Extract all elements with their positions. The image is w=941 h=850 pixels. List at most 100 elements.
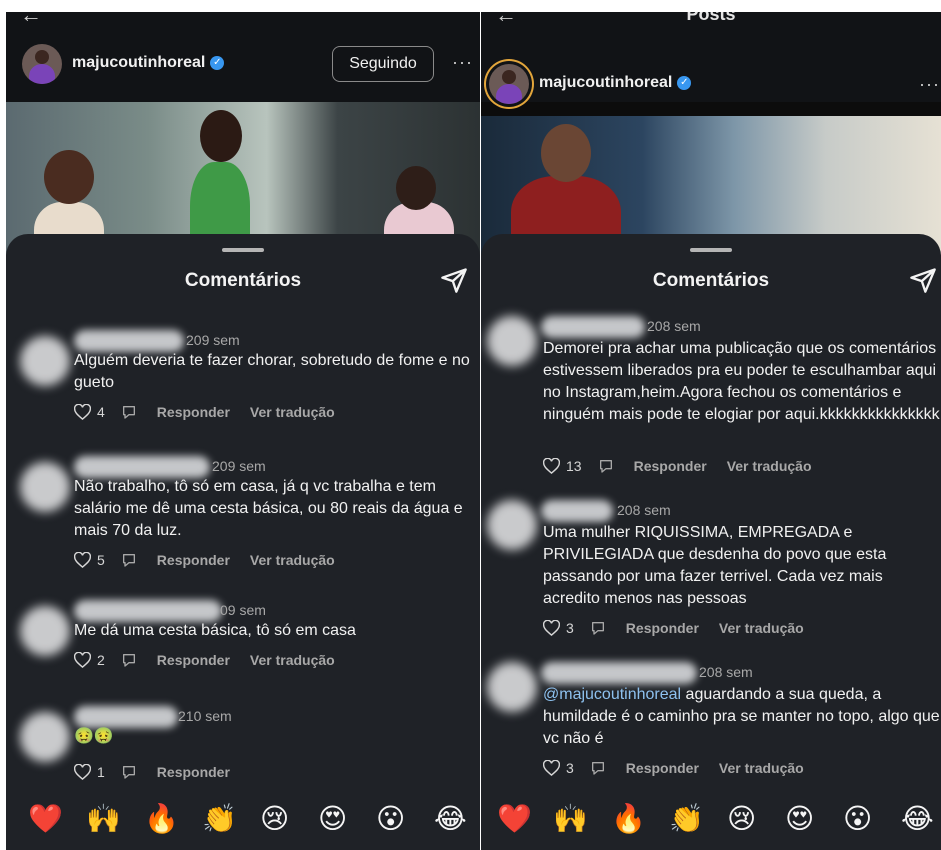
emoji-fire[interactable]: 🔥 (144, 802, 179, 836)
mention-link[interactable]: @majucoutinhoreal (543, 686, 681, 703)
reply-button[interactable]: Responder (157, 552, 230, 568)
following-button[interactable]: Seguindo (332, 46, 434, 82)
like-heart-icon[interactable] (543, 760, 560, 776)
commenter-name-blurred[interactable] (541, 662, 697, 684)
emoji-surprised[interactable]: 😮 (376, 802, 405, 836)
emoji-raised-hands[interactable]: 🙌 (553, 802, 588, 836)
drag-handle[interactable] (222, 248, 264, 252)
commenter-name-blurred[interactable] (541, 500, 613, 522)
reply-button[interactable]: Responder (157, 652, 230, 668)
comment-text: Não trabalho, tô só em casa, já q vc tra… (74, 478, 463, 539)
comment-time: 210 sem (178, 708, 232, 724)
comment-time: 09 sem (220, 602, 266, 618)
comment-time: 208 sem (617, 502, 671, 518)
commenter-name-blurred[interactable] (74, 330, 184, 352)
emoji-clapping[interactable]: 👏 (202, 802, 237, 836)
commenter-avatar[interactable] (487, 662, 537, 712)
dislike-icon[interactable] (121, 652, 137, 668)
left-panel: ← majucoutinhoreal ✓ Seguindo ··· Comentá… (6, 12, 480, 850)
commenter-avatar[interactable] (20, 606, 70, 656)
emoji-heart-eyes[interactable]: 😍 (318, 802, 347, 836)
person-head (541, 124, 591, 182)
comment-time: 208 sem (699, 664, 753, 680)
commenter-name-blurred[interactable] (74, 456, 210, 478)
emoji-crying[interactable]: 😢 (727, 802, 756, 836)
see-translation-button[interactable]: Ver tradução (719, 760, 804, 776)
avatar[interactable] (489, 64, 529, 104)
like-count: 5 (97, 552, 105, 568)
comment-time: 208 sem (647, 318, 701, 334)
comment-actions: 2 Responder Ver tradução (74, 652, 335, 668)
emoji-fire[interactable]: 🔥 (611, 802, 646, 836)
emoji-clapping[interactable]: 👏 (669, 802, 704, 836)
like-heart-icon[interactable] (74, 404, 91, 420)
see-translation-button[interactable]: Ver tradução (719, 620, 804, 636)
dislike-icon[interactable] (121, 764, 137, 780)
like-count: 13 (566, 458, 582, 474)
comment-text: 🤢🤢 (74, 728, 114, 745)
reply-button[interactable]: Responder (157, 764, 230, 780)
username-link[interactable]: majucoutinhoreal ✓ (539, 74, 692, 92)
person-head (200, 110, 242, 162)
reply-button[interactable]: Responder (626, 620, 699, 636)
dislike-icon[interactable] (121, 404, 137, 420)
commenter-name-blurred[interactable] (74, 706, 178, 728)
emoji-heart[interactable]: ❤️ (28, 802, 63, 836)
commenter-name-blurred[interactable] (74, 600, 222, 622)
commenter-avatar[interactable] (487, 316, 537, 366)
dislike-icon[interactable] (598, 458, 614, 474)
comments-sheet: Comentários 209 sem Alguém deveria te fa… (6, 234, 480, 850)
comment-actions: 13 Responder Ver tradução (543, 458, 812, 474)
like-heart-icon[interactable] (543, 620, 560, 636)
see-translation-button[interactable]: Ver tradução (250, 552, 335, 568)
person-head (396, 166, 436, 210)
like-heart-icon[interactable] (543, 458, 560, 474)
commenter-avatar[interactable] (487, 500, 537, 550)
see-translation-button[interactable]: Ver tradução (250, 652, 335, 668)
verified-badge-icon: ✓ (677, 75, 692, 90)
dislike-icon[interactable] (590, 760, 606, 776)
emoji-heart-eyes[interactable]: 😍 (785, 802, 814, 836)
dislike-icon[interactable] (121, 552, 137, 568)
avatar[interactable] (22, 44, 62, 84)
comment-actions: 3 Responder Ver tradução (543, 620, 804, 636)
emoji-heart[interactable]: ❤️ (497, 802, 532, 836)
see-translation-button[interactable]: Ver tradução (727, 458, 812, 474)
commenter-avatar[interactable] (20, 336, 70, 386)
comment-text: Demorei pra achar uma publicação que os … (543, 340, 940, 423)
emoji-laughing[interactable]: 😂 (434, 802, 467, 836)
like-heart-icon[interactable] (74, 764, 91, 780)
back-arrow-icon[interactable]: ← (20, 12, 42, 28)
topbar-title: Posts (686, 12, 736, 24)
left-post-header: majucoutinhoreal ✓ Seguindo ··· (6, 44, 480, 94)
comments-sheet: Comentários 208 sem Demorei pra achar um… (481, 234, 941, 850)
comment-actions: 3 Responder Ver tradução (543, 760, 804, 776)
reply-button[interactable]: Responder (634, 458, 707, 474)
comments-title: Comentários (652, 270, 770, 291)
reply-button[interactable]: Responder (626, 760, 699, 776)
username-link[interactable]: majucoutinhoreal ✓ (72, 54, 225, 72)
share-icon[interactable] (440, 266, 468, 294)
commenter-avatar[interactable] (20, 462, 70, 512)
like-heart-icon[interactable] (74, 652, 91, 668)
comment-text: @majucoutinhoreal aguardando a sua queda… (543, 684, 941, 750)
emoji-surprised[interactable]: 😮 (843, 802, 872, 836)
emoji-laughing[interactable]: 😂 (901, 802, 934, 836)
right-panel: ← Posts majucoutinhoreal ✓ ··· Comentário… (481, 12, 941, 850)
emoji-reaction-bar: ❤️ 🙌 🔥 👏 😢 😍 😮 😂 (6, 792, 480, 850)
reply-button[interactable]: Responder (157, 404, 230, 420)
more-options-icon[interactable]: ··· (452, 52, 473, 73)
commenter-avatar[interactable] (20, 712, 70, 762)
comment-text: Uma mulher RIQUISSIMA, EMPREGADA e PRIVI… (543, 524, 887, 607)
emoji-raised-hands[interactable]: 🙌 (86, 802, 121, 836)
see-translation-button[interactable]: Ver tradução (250, 404, 335, 420)
like-count: 4 (97, 404, 105, 420)
share-icon[interactable] (909, 266, 937, 294)
like-count: 3 (566, 760, 574, 776)
dislike-icon[interactable] (590, 620, 606, 636)
like-heart-icon[interactable] (74, 552, 91, 568)
more-options-icon[interactable]: ··· (919, 74, 940, 95)
emoji-crying[interactable]: 😢 (260, 802, 289, 836)
drag-handle[interactable] (690, 248, 732, 252)
commenter-name-blurred[interactable] (541, 316, 645, 338)
